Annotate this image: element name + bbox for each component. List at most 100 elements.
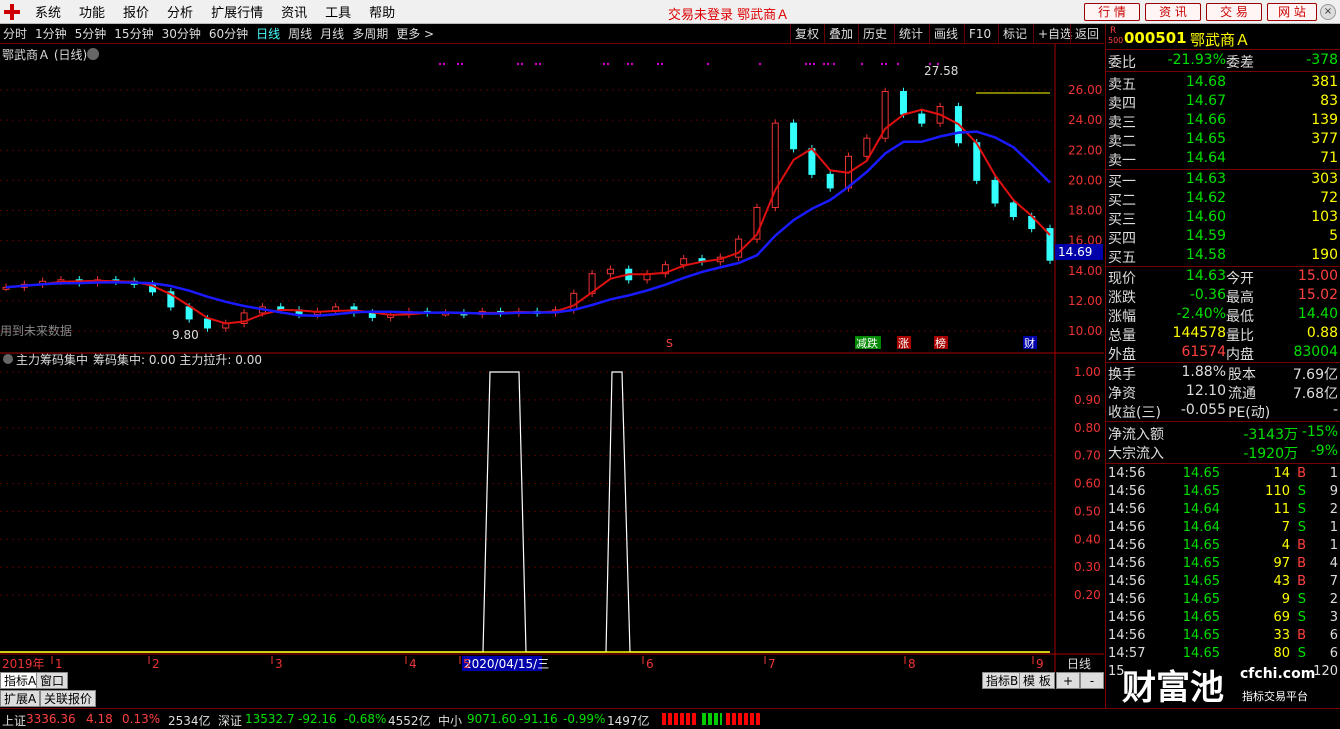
period-more[interactable]: 更多 > <box>396 25 434 42</box>
period-1min[interactable]: 1分钟 <box>35 25 67 42</box>
menu-quote[interactable]: 报价 <box>123 2 149 21</box>
quote-row[interactable]: 14:56 14.65 110 S 9 <box>1106 484 1340 503</box>
trade-button[interactable]: 交 易 <box>1206 3 1262 21</box>
sh-label[interactable]: 上证 <box>2 712 26 729</box>
menu-help[interactable]: 帮助 <box>369 2 395 21</box>
quote-row[interactable]: 涨跌 -0.36 最高 15.02 <box>1106 287 1340 306</box>
dropdown-icon[interactable] <box>87 48 99 60</box>
bid-price: 14.60 <box>1185 209 1226 225</box>
period-5min[interactable]: 5分钟 <box>75 25 107 42</box>
quote-row[interactable]: 净资 12.10 流通 7.68亿 <box>1106 383 1340 402</box>
period-30min[interactable]: 30分钟 <box>162 25 201 42</box>
quote-row[interactable]: 收益(三) -0.055 PE(动) - <box>1106 402 1340 421</box>
quote-row[interactable]: 14:56 14.65 14 B 1 <box>1106 466 1340 485</box>
tick-price: 14.64 <box>1182 520 1220 535</box>
menu-function[interactable]: 功能 <box>79 2 105 21</box>
ask-label: 卖一 <box>1108 153 1136 169</box>
tab-indicator-b[interactable]: 指标B <box>982 672 1023 689</box>
menu-analysis[interactable]: 分析 <box>167 2 193 21</box>
indicator-dropdown-icon[interactable] <box>3 354 13 364</box>
quote-row[interactable]: 净流入额 -3143万 -15% <box>1106 424 1340 443</box>
quote-row[interactable]: 买四 14.59 5 <box>1106 228 1340 247</box>
month-tick-label: 2020/04/15/三 <box>464 657 549 671</box>
info-button[interactable]: 资 讯 <box>1145 3 1201 21</box>
tick-side: S <box>1297 646 1306 661</box>
quote-row[interactable]: 买一 14.63 303 <box>1106 171 1340 190</box>
quote-row[interactable]: 卖五 14.68 381 <box>1106 74 1340 93</box>
zoom-out-button[interactable]: - <box>1080 672 1104 689</box>
period-multi[interactable]: 多周期 <box>352 25 388 42</box>
tool-back[interactable]: 返回 <box>1070 24 1103 44</box>
stat-label: 今开 <box>1226 271 1254 287</box>
signal-dot <box>832 62 836 66</box>
period-weekly[interactable]: 周线 <box>288 25 312 42</box>
tab-template[interactable]: 模 板 <box>1019 672 1055 689</box>
menu-info[interactable]: 资讯 <box>281 2 307 21</box>
close-icon[interactable]: × <box>1320 4 1336 20</box>
quote-row[interactable]: 14:56 14.64 7 S 1 <box>1106 520 1340 539</box>
menu-tools[interactable]: 工具 <box>325 2 351 21</box>
quote-button[interactable]: 行 情 <box>1084 3 1140 21</box>
period-daily[interactable]: 日线 <box>256 25 280 42</box>
sz-label[interactable]: 深证 <box>218 712 242 729</box>
tick-time: 14:56 <box>1108 502 1146 517</box>
event-marker-list[interactable]: 榜 <box>935 336 946 350</box>
tab-window[interactable]: 窗口 <box>36 672 69 689</box>
quote-row[interactable]: 卖二 14.65 377 <box>1106 131 1340 150</box>
quote-row[interactable]: 14:56 14.65 4 B 1 <box>1106 538 1340 557</box>
website-button[interactable]: 网 站 <box>1267 3 1317 21</box>
zoom-in-button[interactable]: + <box>1056 672 1080 689</box>
tool-adjust[interactable]: 复权 <box>790 24 823 44</box>
event-marker-drop[interactable]: 减跌 <box>856 336 878 350</box>
quote-row[interactable]: 买二 14.62 72 <box>1106 190 1340 209</box>
quote-row[interactable]: 大宗流入 -1920万 -9% <box>1106 443 1340 462</box>
period-60min[interactable]: 60分钟 <box>209 25 248 42</box>
quote-row[interactable]: 14:56 14.65 9 S 2 <box>1106 592 1340 611</box>
quote-row[interactable]: 买三 14.60 103 <box>1106 209 1340 228</box>
tool-mark[interactable]: 标记 <box>998 24 1031 44</box>
tool-history[interactable]: 历史 <box>858 24 891 44</box>
kline-chart[interactable]: 26.0024.0022.0020.0018.0016.0014.0012.00… <box>0 44 1104 672</box>
quote-row[interactable]: 14:56 14.65 97 B 4 <box>1106 556 1340 575</box>
ask-price: 14.67 <box>1185 93 1226 109</box>
ask-price: 14.66 <box>1185 112 1226 128</box>
ask-label: 卖三 <box>1108 115 1136 131</box>
period-monthly[interactable]: 月线 <box>320 25 344 42</box>
quote-row[interactable]: 外盘 61574 内盘 83004 <box>1106 344 1340 363</box>
tab-indicator-a[interactable]: 指标A <box>0 672 41 689</box>
zx-label[interactable]: 中小 <box>438 712 462 729</box>
zx-amount: 1497亿 <box>607 714 650 728</box>
quote-row[interactable]: 14:56 14.64 11 S 2 <box>1106 502 1340 521</box>
quote-row[interactable]: 涨幅 -2.40% 最低 14.40 <box>1106 306 1340 325</box>
quote-row[interactable]: 14:56 14.65 33 B 6 <box>1106 628 1340 647</box>
quote-row[interactable]: 14:56 14.65 69 S 3 <box>1106 610 1340 629</box>
menu-system[interactable]: 系统 <box>35 2 61 21</box>
tool-f10[interactable]: F10 <box>964 24 995 44</box>
quote-row[interactable]: 14:56 14.65 43 B 7 <box>1106 574 1340 593</box>
event-marker-rise[interactable]: 涨 <box>898 337 909 350</box>
tab-ext-a[interactable]: 扩展A <box>0 690 41 707</box>
tool-draw[interactable]: 画线 <box>929 24 962 44</box>
stat-value: 14.40 <box>1297 306 1338 322</box>
quote-row[interactable]: 委比 -21.93% 委差 -378 <box>1106 52 1340 71</box>
tick-price: 14.65 <box>1182 574 1220 589</box>
quote-row[interactable]: 卖四 14.67 83 <box>1106 93 1340 112</box>
quote-row[interactable]: 买五 14.58 190 <box>1106 247 1340 266</box>
signal-dot <box>808 62 812 66</box>
bid-volume: 103 <box>1311 209 1338 225</box>
quote-row[interactable]: 卖三 14.66 139 <box>1106 112 1340 131</box>
menu-ext-quote[interactable]: 扩展行情 <box>211 2 263 21</box>
event-marker-s[interactable]: S <box>666 337 673 350</box>
quote-row[interactable]: 总量 144578 量比 0.88 <box>1106 325 1340 344</box>
event-marker-finance[interactable]: 财 <box>1024 336 1035 350</box>
tool-stats[interactable]: 统计 <box>894 24 927 44</box>
quote-row[interactable]: 换手 1.88% 股本 7.69亿 <box>1106 364 1340 383</box>
tool-overlay[interactable]: 叠加 <box>824 24 857 44</box>
period-timeshare[interactable]: 分时 <box>3 25 27 42</box>
quote-row[interactable]: 现价 14.63 今开 15.00 <box>1106 268 1340 287</box>
tab-related-quote[interactable]: 关联报价 <box>40 690 97 707</box>
quote-row[interactable]: 卖一 14.64 71 <box>1106 150 1340 169</box>
indicator-tick-label: 0.50 <box>1074 504 1101 518</box>
period-15min[interactable]: 15分钟 <box>114 25 153 42</box>
stat-label: 换手 <box>1108 367 1136 383</box>
